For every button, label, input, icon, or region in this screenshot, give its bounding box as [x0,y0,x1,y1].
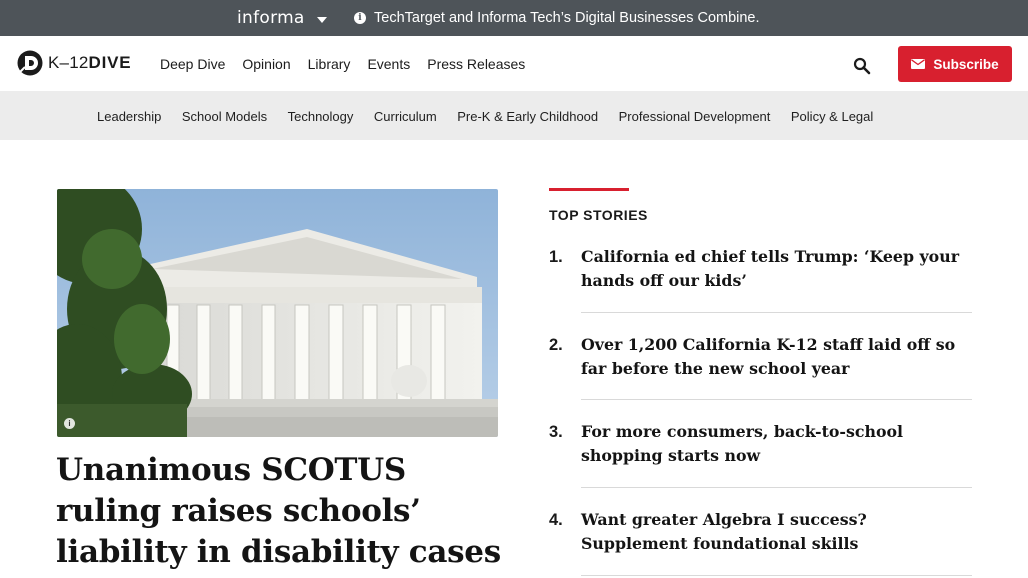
logo-suffix: DIVE [88,53,132,72]
story-divider [581,487,972,488]
story-link[interactable]: For more consumers, back-to-school shopp… [581,420,973,467]
nav-events[interactable]: Events [367,56,410,72]
informa-brand-menu[interactable]: informa [237,8,327,28]
topic-nav: Leadership School Models Technology Curr… [0,91,1028,140]
topic-professional-development[interactable]: Professional Development [619,109,771,124]
dive-logo-icon [17,50,43,76]
nav-deep-dive[interactable]: Deep Dive [160,56,225,72]
topic-pre-k[interactable]: Pre-K & Early Childhood [457,109,598,124]
topic-leadership[interactable]: Leadership [97,109,161,124]
nav-opinion[interactable]: Opinion [242,56,290,72]
nav-library[interactable]: Library [308,56,351,72]
hero-headline[interactable]: Unanimous SCOTUS ruling raises schools’ … [56,450,506,573]
informa-logo: informa [237,8,305,28]
story-link[interactable]: Want greater Algebra I success? Suppleme… [581,508,973,555]
story-number: 2. [549,336,563,354]
hero-image[interactable] [57,189,498,437]
main-nav: Deep Dive Opinion Library Events Press R… [160,56,542,72]
notice-text[interactable]: TechTarget and Informa Tech’s Digital Bu… [374,10,760,26]
site-logo[interactable]: K–12DIVE [17,50,131,76]
nav-press-releases[interactable]: Press Releases [427,56,525,72]
story-link[interactable]: California ed chief tells Trump: ‘Keep y… [581,245,973,292]
story-divider [581,312,972,313]
story-number: 4. [549,511,563,529]
informa-bar: informa i TechTarget and Informa Tech’s … [0,0,1028,36]
story-number: 3. [549,423,563,441]
image-info-icon[interactable]: i [64,418,75,429]
notice-banner[interactable]: i TechTarget and Informa Tech’s Digital … [354,10,760,26]
subscribe-label: Subscribe [933,56,999,72]
caret-down-icon [316,16,327,23]
topic-curriculum[interactable]: Curriculum [374,109,437,124]
topic-school-models[interactable]: School Models [182,109,267,124]
site-header: K–12DIVE Deep Dive Opinion Library Event… [0,36,1028,91]
story-divider [581,399,972,400]
story-link[interactable]: Over 1,200 California K-12 staff laid of… [581,333,973,380]
story-number: 1. [549,248,563,266]
topic-technology[interactable]: Technology [288,109,354,124]
info-icon: i [354,12,366,24]
topic-policy-legal[interactable]: Policy & Legal [791,109,873,124]
subscribe-button[interactable]: Subscribe [898,46,1012,82]
top-stories-heading: TOP STORIES [549,207,648,223]
logo-prefix: K–12 [48,53,89,72]
mail-icon [911,59,926,69]
search-icon[interactable] [853,57,871,75]
top-stories-accent-bar [549,188,629,191]
story-divider [581,575,972,576]
